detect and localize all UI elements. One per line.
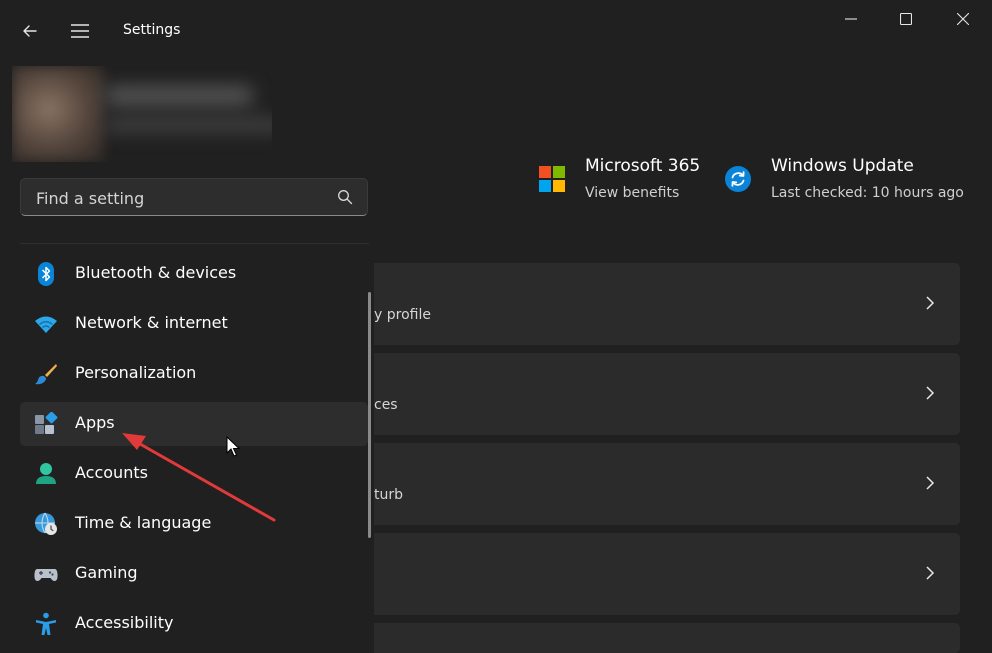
back-button[interactable] bbox=[10, 11, 50, 51]
sidebar-item-accessibility[interactable]: Accessibility bbox=[20, 602, 368, 641]
app-title: Settings bbox=[123, 22, 181, 38]
sidebar-item-label: Accessibility bbox=[75, 613, 174, 632]
user-email-blurred bbox=[104, 118, 272, 132]
wifi-icon bbox=[35, 316, 57, 333]
card-description: ces bbox=[374, 397, 398, 413]
promo-title: Microsoft 365 bbox=[585, 156, 701, 176]
close-button[interactable] bbox=[935, 0, 991, 38]
mouse-cursor-icon bbox=[226, 436, 240, 457]
menu-button[interactable] bbox=[60, 11, 100, 51]
search-input[interactable] bbox=[34, 179, 328, 217]
sidebar-item-gaming[interactable]: Gaming bbox=[20, 552, 368, 596]
chevron-right-icon bbox=[926, 296, 935, 310]
sidebar-item-label: Apps bbox=[75, 413, 115, 432]
apps-icon bbox=[35, 412, 58, 434]
settings-card[interactable]: y profile bbox=[374, 263, 960, 345]
back-arrow-icon bbox=[23, 25, 37, 37]
sidebar-item-label: Bluetooth & devices bbox=[75, 263, 237, 282]
sidebar-item-bluetooth[interactable]: Bluetooth & devices bbox=[20, 252, 368, 296]
user-name-blurred bbox=[104, 86, 254, 106]
settings-card[interactable]: turb bbox=[374, 443, 960, 525]
minimize-button[interactable] bbox=[823, 0, 879, 38]
chevron-right-icon bbox=[926, 476, 935, 490]
sidebar-item-label: Accounts bbox=[75, 463, 148, 482]
sidebar-item-personalization[interactable]: Personalization bbox=[20, 352, 368, 396]
accessibility-icon bbox=[36, 612, 56, 635]
maximize-icon bbox=[900, 13, 912, 25]
sidebar-item-accounts[interactable]: Accounts bbox=[20, 452, 368, 496]
sidebar-nav: Bluetooth & devices Network & internet P… bbox=[20, 243, 374, 641]
card-description: y profile bbox=[374, 307, 431, 323]
avatar bbox=[12, 66, 104, 162]
globe-clock-icon bbox=[35, 512, 57, 535]
sidebar-item-label: Network & internet bbox=[75, 313, 228, 332]
chevron-right-icon bbox=[926, 566, 935, 580]
sidebar-item-time-language[interactable]: Time & language bbox=[20, 502, 368, 546]
minimize-icon bbox=[845, 18, 857, 20]
settings-card[interactable]: ces bbox=[374, 353, 960, 435]
promo-subtitle: Last checked: 10 hours ago bbox=[771, 185, 964, 201]
sidebar-item-label: Gaming bbox=[75, 563, 138, 582]
card-description: turb bbox=[374, 487, 404, 503]
settings-card[interactable] bbox=[374, 623, 960, 653]
hamburger-icon bbox=[71, 24, 89, 38]
settings-card[interactable] bbox=[374, 533, 960, 615]
sidebar-item-label: Time & language bbox=[75, 513, 212, 532]
nav-divider bbox=[20, 243, 369, 244]
search-box[interactable] bbox=[20, 178, 368, 217]
promo-title: Windows Update bbox=[771, 156, 914, 176]
title-bar: Settings bbox=[0, 0, 992, 62]
gamepad-icon bbox=[34, 569, 58, 581]
sidebar-item-network[interactable]: Network & internet bbox=[20, 302, 368, 346]
user-profile[interactable] bbox=[12, 66, 272, 162]
windows-update-icon bbox=[725, 166, 751, 192]
microsoft-logo-icon bbox=[539, 166, 565, 192]
accounts-icon bbox=[36, 463, 56, 484]
chevron-right-icon bbox=[926, 386, 935, 400]
bluetooth-icon bbox=[38, 262, 54, 286]
sidebar-item-label: Personalization bbox=[75, 363, 197, 382]
search-icon[interactable] bbox=[337, 189, 353, 205]
close-icon bbox=[957, 13, 969, 25]
promo-subtitle: View benefits bbox=[585, 185, 680, 201]
sidebar-scrollbar[interactable] bbox=[368, 292, 371, 538]
maximize-button[interactable] bbox=[878, 0, 934, 38]
sidebar-item-apps[interactable]: Apps bbox=[20, 402, 368, 446]
paintbrush-icon bbox=[35, 364, 57, 385]
